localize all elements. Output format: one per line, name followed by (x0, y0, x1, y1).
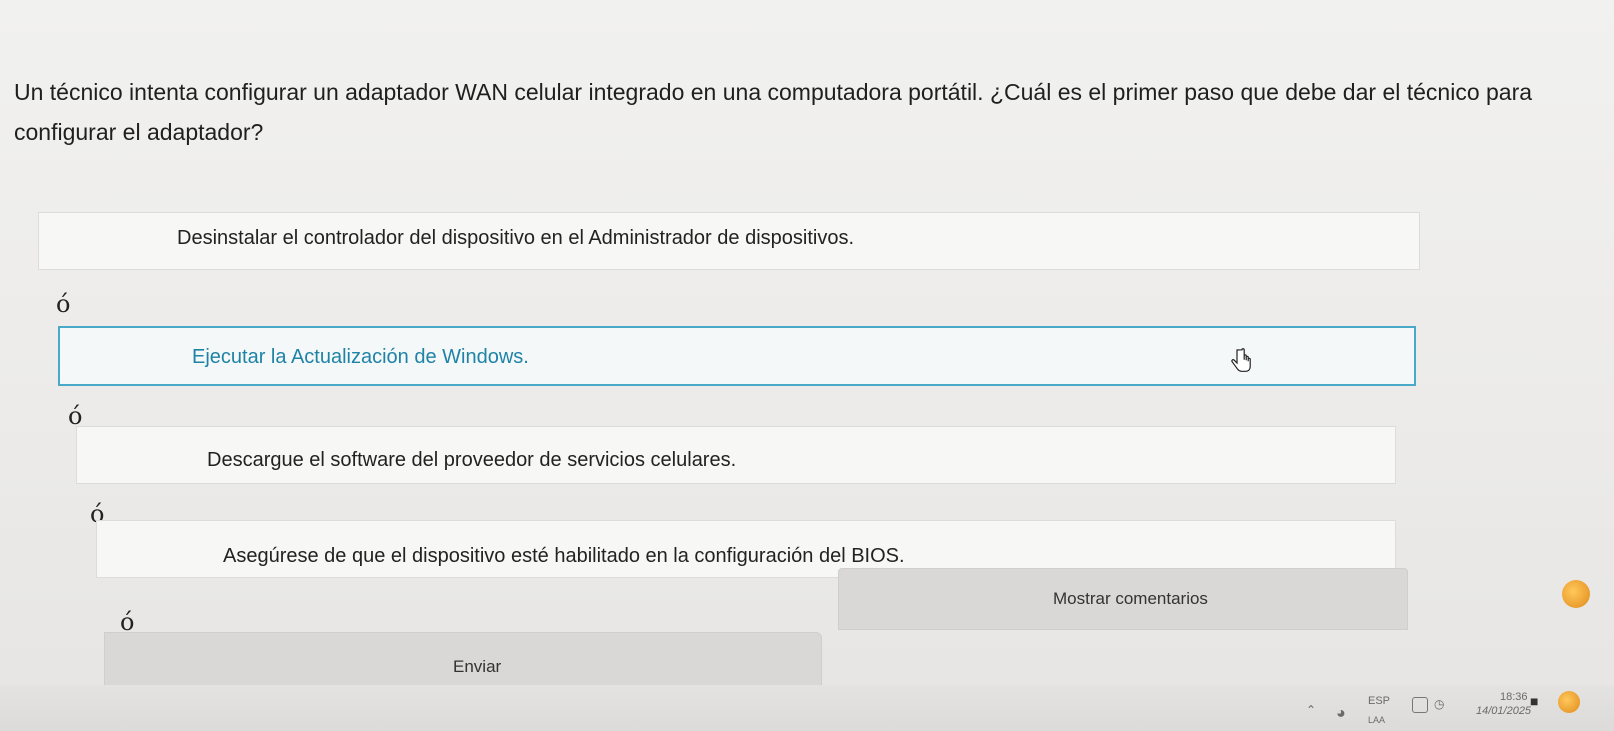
assistant-avatar-icon[interactable] (1562, 580, 1590, 608)
answer-option-label: Ejecutar la Actualización de Windows. (192, 346, 529, 368)
answer-option-label: Asegúrese de que el dispositivo esté hab… (223, 545, 905, 567)
avatar[interactable] (1558, 691, 1580, 713)
wifi-icon[interactable]: ◕ (1336, 705, 1346, 723)
or-separator: ó (56, 290, 71, 318)
clock-date[interactable]: 14/01/2025 (1476, 705, 1531, 717)
answer-option-1[interactable]: Desinstalar el controlador del dispositi… (38, 212, 1420, 270)
tray-chevron-up-icon[interactable]: ⌃ (1306, 703, 1316, 717)
question-text: Un técnico intenta configurar un adaptad… (14, 79, 1533, 145)
notification-icon[interactable]: ■ (1530, 693, 1538, 709)
show-feedback-button[interactable]: Mostrar comentarios (838, 568, 1408, 630)
answer-option-2[interactable]: Ejecutar la Actualización de Windows. (58, 326, 1416, 386)
submit-button-label: Enviar (453, 657, 502, 676)
battery-icon[interactable]: ◷ (1434, 697, 1444, 711)
quiz-page: Un técnico intenta configurar un adaptad… (0, 0, 1614, 731)
answer-option-label: Descargue el software del proveedor de s… (207, 449, 737, 471)
answer-option-label: Desinstalar el controlador del dispositi… (177, 227, 855, 249)
answer-option-3[interactable]: Descargue el software del proveedor de s… (76, 426, 1396, 484)
language-sub-indicator: LAA (1368, 715, 1386, 725)
speaker-icon[interactable] (1412, 697, 1428, 713)
show-feedback-button-label: Mostrar comentarios (1053, 589, 1208, 608)
hand-cursor-icon (1231, 348, 1251, 372)
taskbar: ⌃ ◕ ESP LAA ◷ 18:36 14/01/2025 ■ (0, 685, 1614, 731)
language-indicator[interactable]: ESP (1368, 695, 1390, 707)
clock-time[interactable]: 18:36 (1500, 691, 1528, 703)
